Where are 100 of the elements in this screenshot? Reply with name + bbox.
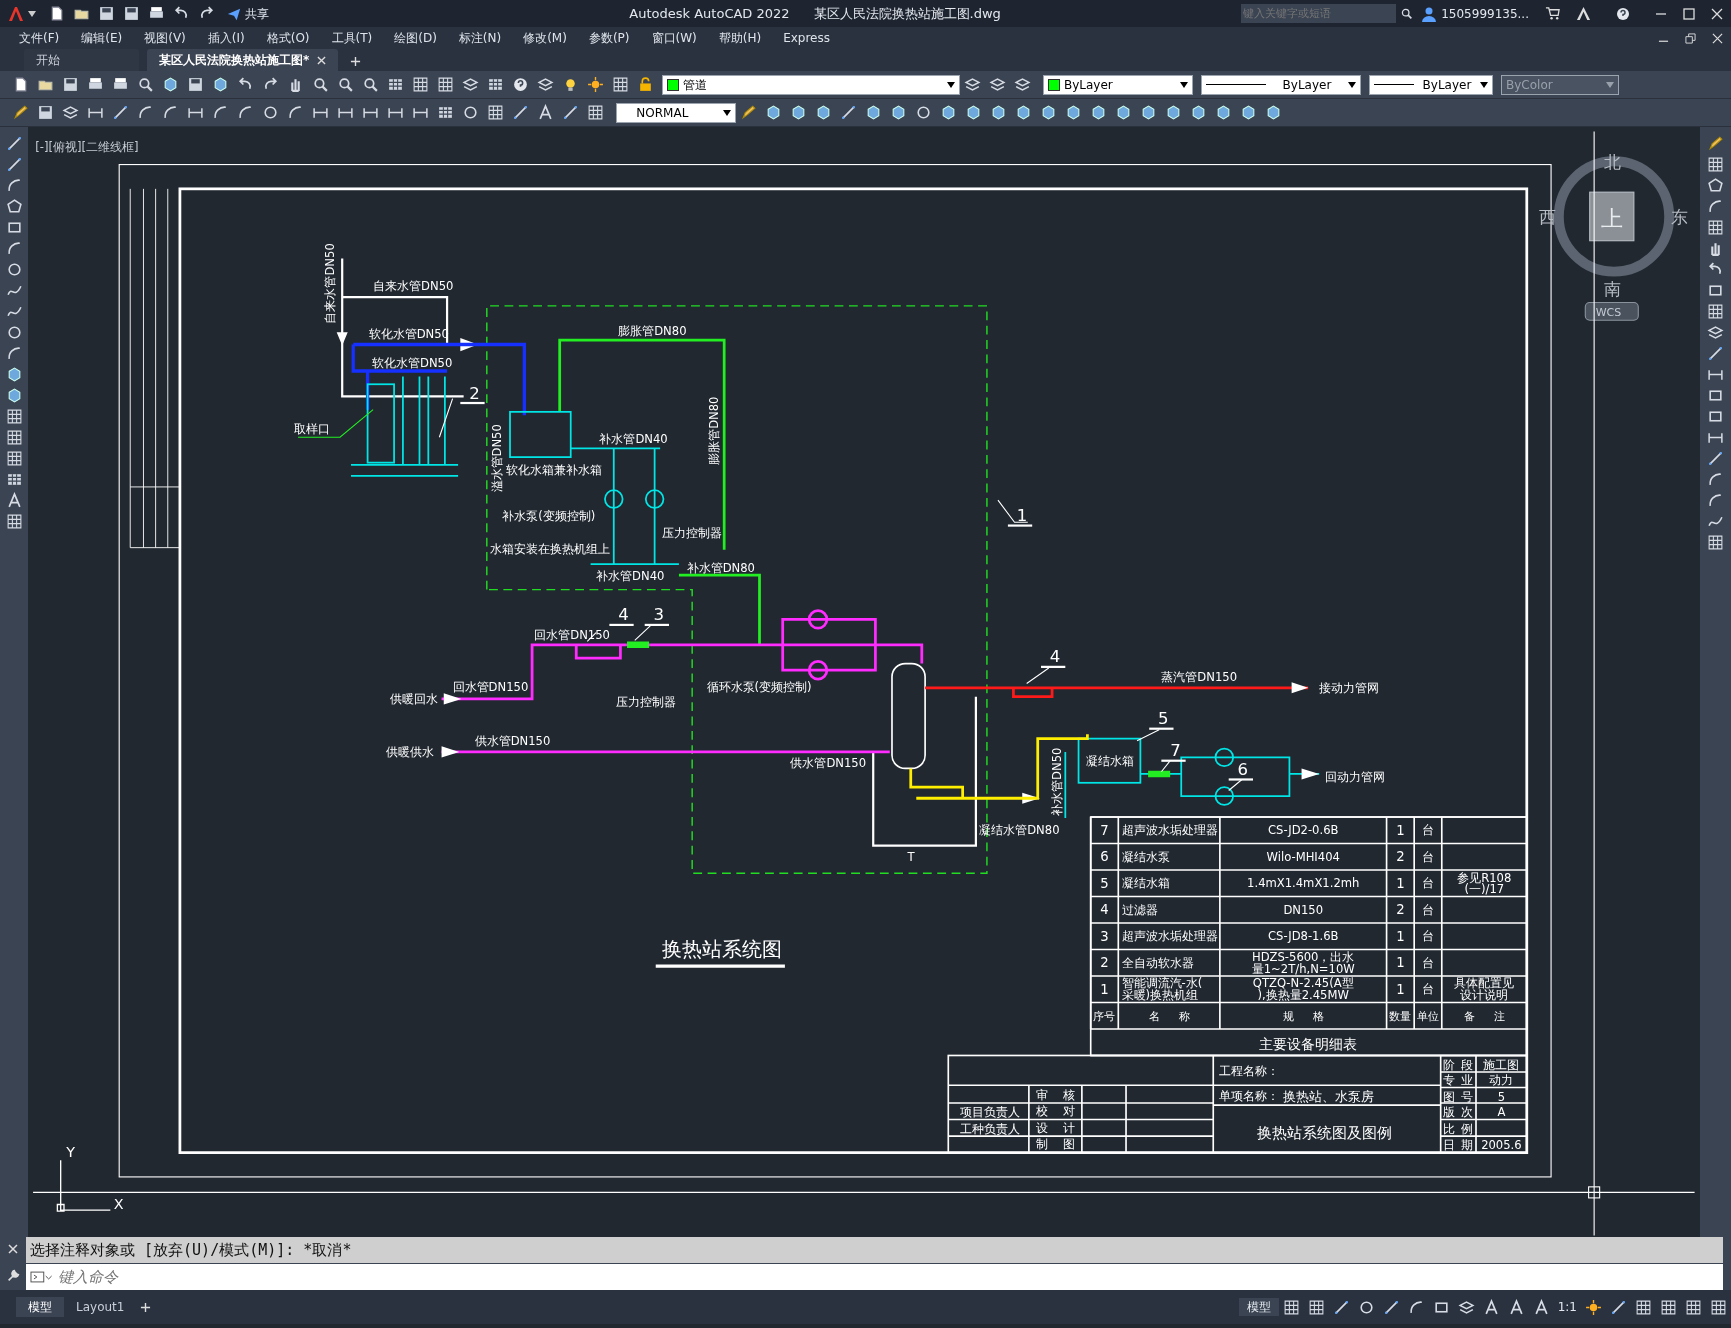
rectangle-icon[interactable]: [5, 219, 23, 236]
letter-icon[interactable]: [1507, 1298, 1525, 1316]
table-icon[interactable]: [387, 76, 404, 93]
grid-icon[interactable]: [1710, 1298, 1727, 1316]
arc-icon[interactable]: [212, 104, 229, 121]
line-icon[interactable]: [562, 104, 579, 121]
arc-icon[interactable]: [5, 177, 23, 194]
cube-icon[interactable]: [790, 104, 807, 121]
caret-icon[interactable]: [723, 109, 731, 116]
cube-icon[interactable]: [890, 104, 907, 121]
menu-item[interactable]: 格式(O): [255, 29, 321, 47]
cube-icon[interactable]: [940, 104, 957, 121]
view-cube[interactable]: [1589, 191, 1635, 242]
circle-icon[interactable]: [915, 104, 932, 121]
save-icon[interactable]: [37, 104, 54, 121]
menu-item[interactable]: 帮助(H): [707, 29, 773, 47]
maximize-icon[interactable]: [1683, 7, 1695, 20]
sun-icon[interactable]: [1585, 1298, 1602, 1316]
command-input[interactable]: 键入命令: [55, 1264, 1723, 1290]
close-icon[interactable]: [8, 1244, 18, 1255]
letter-icon[interactable]: [5, 492, 23, 509]
lineweight-dropdown[interactable]: ByLayer: [1369, 74, 1493, 95]
cube-icon[interactable]: [1090, 104, 1107, 121]
arc-icon[interactable]: [5, 240, 23, 257]
layers-icon[interactable]: [462, 76, 479, 93]
magnifier-icon[interactable]: [137, 76, 154, 93]
layout-tab[interactable]: Layout1: [64, 1297, 137, 1317]
menu-item[interactable]: 窗口(W): [640, 29, 708, 47]
layers-icon[interactable]: [964, 76, 981, 93]
caret-icon[interactable]: [28, 10, 36, 17]
save-icon[interactable]: [62, 76, 79, 93]
line-icon[interactable]: [5, 135, 23, 152]
layers-icon[interactable]: [1457, 1298, 1475, 1316]
cube-icon[interactable]: [1115, 104, 1132, 121]
lock-icon[interactable]: [637, 76, 654, 93]
rectangle-icon[interactable]: [1707, 408, 1724, 425]
save-icon[interactable]: [187, 76, 204, 93]
menu-item[interactable]: 视图(V): [133, 29, 197, 47]
close-icon[interactable]: [1712, 32, 1723, 44]
restore-icon[interactable]: [1685, 32, 1696, 44]
line-icon[interactable]: [1707, 345, 1724, 362]
grid-icon[interactable]: [5, 429, 23, 446]
plus-icon[interactable]: [140, 1301, 152, 1313]
arc-icon[interactable]: [137, 104, 154, 121]
grid-icon[interactable]: [1307, 1298, 1325, 1316]
grid-icon[interactable]: [487, 104, 504, 121]
polygon-icon[interactable]: [5, 198, 23, 215]
cube-icon[interactable]: [1215, 104, 1232, 121]
linetype-dropdown[interactable]: ByLayer: [1201, 74, 1361, 95]
circle-icon[interactable]: [1357, 1298, 1375, 1316]
caret-icon[interactable]: [1348, 81, 1356, 88]
close-icon[interactable]: [1711, 7, 1723, 20]
letter-icon[interactable]: [1532, 1298, 1550, 1316]
pencil-icon[interactable]: [12, 104, 29, 121]
arc-icon[interactable]: [1707, 198, 1724, 215]
magnifier-icon[interactable]: [312, 76, 329, 93]
arc-icon[interactable]: [1407, 1298, 1425, 1316]
help-icon[interactable]: [512, 76, 529, 93]
cube-icon[interactable]: [1265, 104, 1282, 121]
cube-icon[interactable]: [212, 76, 229, 93]
cube-icon[interactable]: [865, 104, 882, 121]
user-name[interactable]: 1505999135...: [1441, 4, 1529, 23]
grid-icon[interactable]: [1660, 1298, 1677, 1316]
grid-icon[interactable]: [412, 76, 429, 93]
menu-item[interactable]: 工具(T): [320, 29, 384, 47]
magnifier-icon[interactable]: [362, 76, 379, 93]
cube-icon[interactable]: [1240, 104, 1257, 121]
search-icon[interactable]: [1400, 7, 1414, 20]
line-icon[interactable]: [112, 104, 129, 121]
circle-icon[interactable]: [5, 261, 23, 278]
pencil-icon[interactable]: [740, 104, 757, 121]
layers-icon[interactable]: [537, 76, 554, 93]
line-icon[interactable]: [5, 156, 23, 173]
help-icon[interactable]: [1615, 5, 1631, 22]
color-dropdown[interactable]: ByLayer: [1043, 74, 1193, 95]
menu-item[interactable]: 插入(I): [196, 29, 256, 47]
layers-icon[interactable]: [989, 76, 1006, 93]
cube-icon[interactable]: [815, 104, 832, 121]
line-icon[interactable]: [1332, 1298, 1350, 1316]
rectangle-icon[interactable]: [1707, 387, 1724, 404]
grid-icon[interactable]: [5, 408, 23, 425]
cube-icon[interactable]: [1065, 104, 1082, 121]
arc-icon[interactable]: [237, 104, 254, 121]
table-icon[interactable]: [437, 104, 454, 121]
grid-icon[interactable]: [5, 450, 23, 467]
app-logo-icon[interactable]: [8, 5, 24, 22]
line-icon[interactable]: [1707, 450, 1724, 467]
file-tab[interactable]: 某区人民法院换热站施工图*: [147, 49, 339, 71]
cube-icon[interactable]: [1190, 104, 1207, 121]
grid-icon[interactable]: [1282, 1298, 1300, 1316]
cube-icon[interactable]: [1015, 104, 1032, 121]
table-icon[interactable]: [5, 471, 23, 488]
menu-item[interactable]: 修改(M): [512, 29, 578, 47]
circle-icon[interactable]: [262, 104, 279, 121]
layout-tab[interactable]: 模型: [16, 1297, 64, 1317]
caret-icon[interactable]: [1180, 81, 1188, 88]
cube-icon[interactable]: [162, 76, 179, 93]
cube-icon[interactable]: [765, 104, 782, 121]
grid-icon[interactable]: [612, 76, 629, 93]
caret-icon[interactable]: [947, 81, 955, 88]
